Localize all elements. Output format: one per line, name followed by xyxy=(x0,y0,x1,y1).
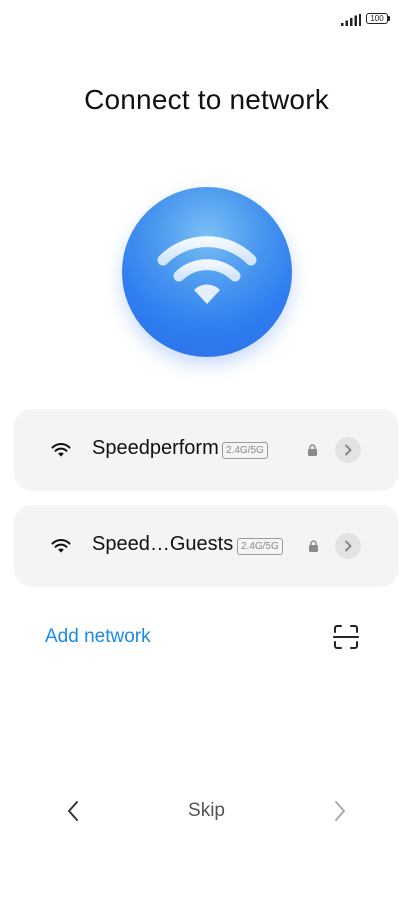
band-badge: 2.4G/5G xyxy=(237,538,283,555)
chevron-right-icon[interactable] xyxy=(327,798,351,824)
network-item-speed-guests[interactable]: Speed…Guests 2.4G/5G xyxy=(14,505,399,587)
wifi-icon xyxy=(157,236,257,304)
skip-button[interactable]: Skip xyxy=(188,800,225,821)
band-badge: 2.4G/5G xyxy=(222,442,268,459)
network-name: Speedperform xyxy=(92,437,219,459)
network-name: Speed…Guests xyxy=(92,533,234,555)
network-detail-button[interactable] xyxy=(335,437,361,463)
chevron-right-icon xyxy=(345,540,352,552)
battery-icon: 100 xyxy=(366,13,392,26)
wifi-hero-orb xyxy=(122,187,292,357)
page-title: Connect to network xyxy=(84,84,329,115)
chevron-left-icon[interactable] xyxy=(62,798,86,824)
scan-qr-icon[interactable] xyxy=(333,624,359,650)
network-item-speedperform[interactable]: Speedperform 2.4G/5G xyxy=(14,409,399,491)
wifi-icon xyxy=(51,443,71,457)
add-network-link[interactable]: Add network xyxy=(45,626,151,648)
lock-icon xyxy=(308,444,317,456)
lock-icon xyxy=(309,540,318,552)
network-detail-button[interactable] xyxy=(335,533,361,559)
battery-level: 100 xyxy=(366,13,388,24)
wifi-icon xyxy=(51,539,71,553)
chevron-right-icon xyxy=(345,444,352,456)
cell-signal-icon xyxy=(341,14,361,26)
status-bar: 100 xyxy=(0,0,413,40)
